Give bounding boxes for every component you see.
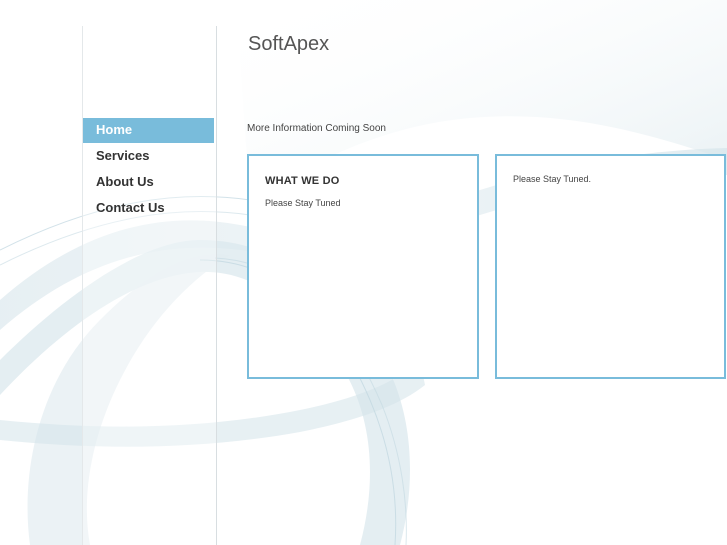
what-we-do-text: Please Stay Tuned bbox=[265, 198, 341, 208]
info-panel-text: Please Stay Tuned. bbox=[513, 174, 592, 184]
what-we-do-heading: WHAT WE DO bbox=[265, 175, 340, 187]
main-navigation: Home Services About Us Contact Us bbox=[83, 118, 214, 222]
site-title: SoftApex bbox=[248, 33, 330, 55]
nav-item-services[interactable]: Services bbox=[83, 144, 214, 169]
what-we-do-panel: WHAT WE DO Please Stay Tuned bbox=[247, 154, 479, 379]
nav-item-contact-us[interactable]: Contact Us bbox=[83, 196, 214, 221]
info-panel: Please Stay Tuned. bbox=[495, 154, 726, 379]
tagline-text: More Information Coming Soon bbox=[247, 123, 386, 134]
nav-item-home[interactable]: Home bbox=[83, 118, 214, 143]
sidebar: Home Services About Us Contact Us bbox=[82, 26, 217, 545]
nav-item-about-us[interactable]: About Us bbox=[83, 170, 214, 195]
